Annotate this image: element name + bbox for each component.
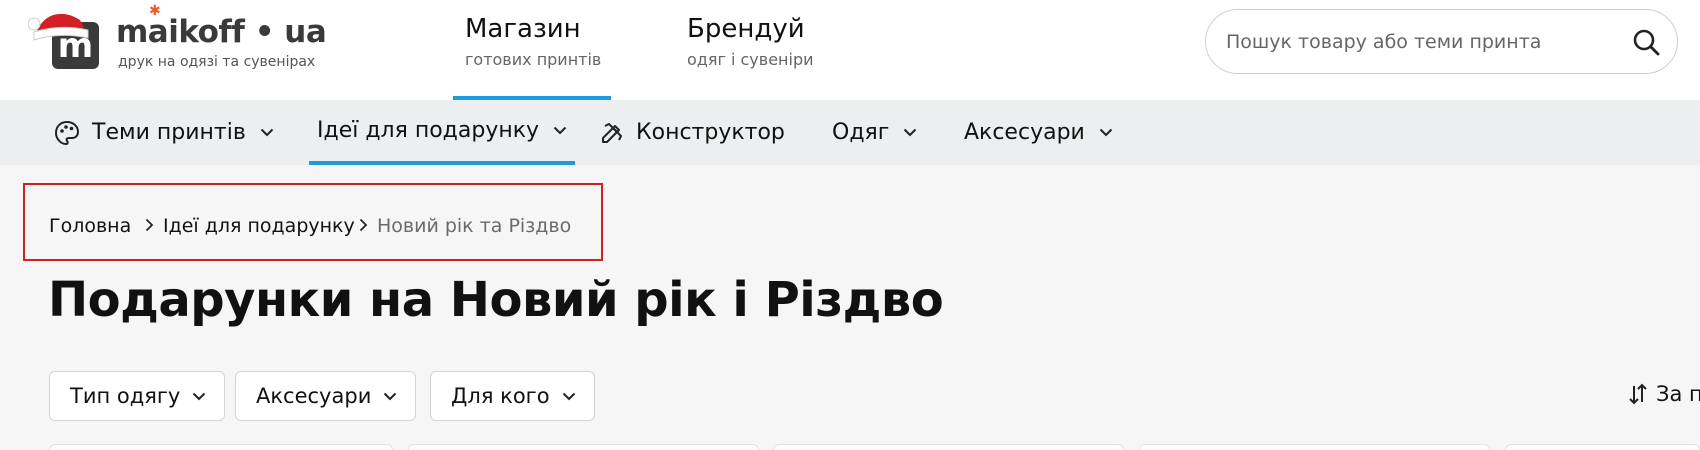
breadcrumb: Головна Ідеї для подарунку Новий рік та …: [23, 183, 603, 261]
nav-item-label: Ідеї для подарунку: [317, 118, 540, 143]
site-header: m ✱ maikoff • ua друк на одязі та сувені…: [0, 0, 1700, 100]
logo-tagline: друк на одязі та сувенірах: [118, 54, 316, 70]
filter-for-whom[interactable]: Для кого: [430, 371, 595, 421]
breadcrumb-current: Новий рік та Різдво: [377, 215, 572, 237]
chevron-down-icon: [384, 392, 397, 400]
search-icon[interactable]: [1631, 27, 1661, 57]
filter-label: Тип одягу: [70, 384, 181, 408]
chevron-down-icon: [553, 126, 567, 135]
nav-item-print-themes[interactable]: Теми принтів: [54, 100, 274, 165]
search-box: [1205, 9, 1678, 74]
chevron-down-icon: [1099, 128, 1113, 137]
chevron-down-icon: [260, 128, 274, 137]
nav-item-constructor[interactable]: Конструктор: [600, 100, 785, 165]
breadcrumb-home-link[interactable]: Головна: [49, 215, 131, 237]
nav-item-label: Аксесуари: [964, 120, 1085, 145]
site-logo[interactable]: m ✱ maikoff • ua друк на одязі та сувені…: [28, 4, 328, 72]
tab-shop[interactable]: Магазин готових принтів: [453, 0, 611, 100]
filter-accessories[interactable]: Аксесуари: [235, 371, 417, 421]
product-card[interactable]: [1505, 444, 1700, 450]
filter-label: Для кого: [451, 384, 550, 408]
chevron-right-icon: [145, 218, 154, 232]
product-card[interactable]: [1139, 444, 1490, 450]
nav-item-gift-ideas[interactable]: Ідеї для подарунку: [309, 100, 576, 165]
breadcrumb-gift-ideas-link[interactable]: Ідеї для подарунку: [163, 215, 355, 237]
product-card[interactable]: [408, 444, 759, 450]
category-nav: Теми принтів Ідеї для подарунку Конструк…: [0, 100, 1700, 165]
search-input[interactable]: [1226, 24, 1606, 60]
sort-control[interactable]: За п: [1628, 382, 1700, 406]
palette-icon: [54, 120, 80, 145]
product-card[interactable]: [49, 444, 393, 450]
filter-clothing-type[interactable]: Тип одягу: [49, 371, 226, 421]
nav-item-clothing[interactable]: Одяг: [832, 100, 917, 165]
nav-item-label: Конструктор: [636, 120, 785, 145]
logo-name: maikoff • ua: [116, 14, 327, 50]
chevron-down-icon: [193, 392, 206, 400]
sort-arrows-icon: [1629, 383, 1647, 405]
tab-brand-subtitle: одяг і сувеніри: [687, 50, 814, 69]
tab-shop-title: Магазин: [465, 14, 581, 44]
pencil-ruler-icon: [602, 122, 622, 143]
nav-item-label: Одяг: [832, 120, 890, 145]
tab-brand-title: Брендуй: [687, 14, 805, 44]
chevron-right-icon: [359, 218, 368, 232]
filter-label: Аксесуари: [256, 384, 372, 408]
nav-item-accessories[interactable]: Аксесуари: [964, 100, 1113, 165]
chevron-down-icon: [562, 392, 575, 400]
tab-shop-subtitle: готових принтів: [465, 50, 602, 69]
page-title: Подарунки на Новий рік і Різдво: [48, 272, 944, 328]
santa-hat-icon: [28, 13, 89, 41]
tab-brand[interactable]: Брендуй одяг і сувеніри: [675, 0, 835, 100]
product-card[interactable]: [773, 444, 1124, 450]
sort-label: За п: [1656, 382, 1700, 406]
nav-item-label: Теми принтів: [92, 120, 246, 145]
chevron-down-icon: [904, 128, 917, 137]
